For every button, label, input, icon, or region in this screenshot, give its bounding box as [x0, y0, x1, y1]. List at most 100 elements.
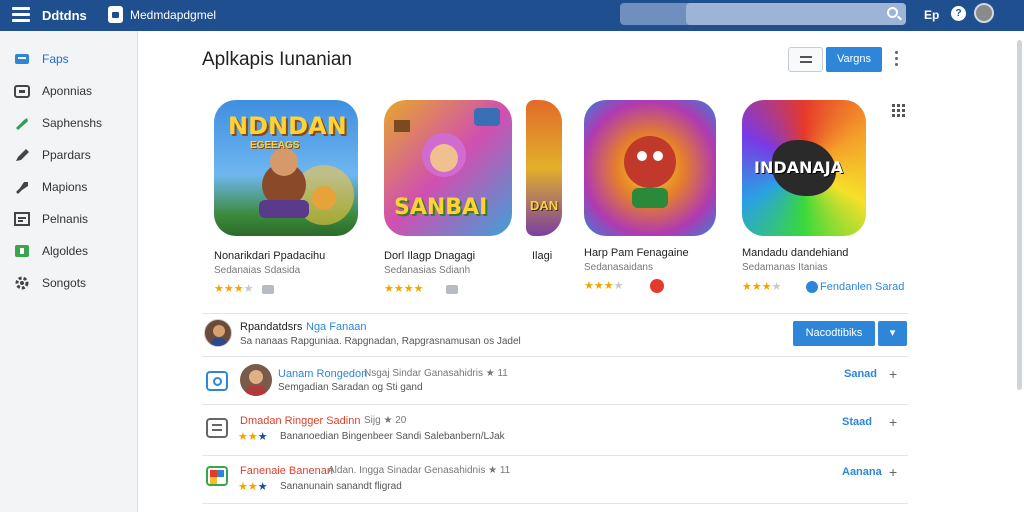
wrench-icon [14, 116, 30, 130]
scrollbar[interactable] [1017, 40, 1022, 390]
rating-badge [262, 285, 274, 294]
app-title: Medmdapdgmel [130, 8, 217, 22]
add-icon[interactable]: + [889, 366, 897, 382]
folder-icon [14, 84, 30, 98]
add-icon[interactable]: + [889, 414, 897, 430]
app-artwork-text: SANBAI [394, 195, 488, 220]
store-icon [14, 52, 30, 66]
app-name[interactable]: Nonarikdari Ppadacihu [214, 250, 325, 262]
row-primary-button[interactable]: Nacodtibiks [793, 321, 875, 346]
app-subtitle: Sedanaias Sdasida [214, 265, 301, 276]
row-action-link[interactable]: Aanana [842, 466, 882, 478]
sidebar-item-mapions[interactable]: Mapions [14, 177, 87, 197]
sidebar-item-label: Pelnanis [42, 212, 89, 226]
list-item-title[interactable]: Uanam Rongedon [278, 368, 367, 380]
sidebar-item-label: Algoldes [42, 244, 89, 258]
divider [202, 404, 908, 405]
sidebar-item-label: Ppardars [42, 148, 91, 162]
camera-icon [206, 371, 228, 391]
page-title: Aplkapis Iunanian [202, 49, 352, 70]
avatar [240, 364, 272, 396]
list-item-title[interactable]: Fanenaie Banenan [240, 465, 333, 477]
sidebar-item-ppardars[interactable]: Ppardars [14, 145, 91, 165]
row-dropdown-button[interactable]: ▾ [878, 321, 907, 346]
avatar [204, 319, 232, 347]
user-avatar[interactable] [974, 3, 994, 23]
gear-icon [14, 276, 30, 290]
row-action-link[interactable]: Sanad [844, 368, 877, 380]
chart-icon [14, 212, 30, 226]
sidebar-item-apps[interactable]: Faps [14, 49, 69, 69]
app-artwork-text: INDANAJA [754, 158, 844, 177]
rating-stars: ★★★★ [214, 283, 254, 295]
list-item-title[interactable]: Rpandatdsrs [240, 321, 302, 333]
sidebar-item-pelnanis[interactable]: Pelnanis [14, 209, 88, 229]
app-name[interactable]: Dorl Ilagp Dnagagi [384, 250, 475, 262]
sidebar-item-label: Faps [42, 52, 69, 66]
top-bar: Ddtdns Medmdapdgmel Ep ? [0, 0, 1024, 31]
list-item-subtitle: Sananunain sanandt fligrad [280, 481, 402, 492]
sidebar-item-aponnias[interactable]: Aponnias [14, 81, 92, 101]
add-icon[interactable]: + [889, 464, 897, 480]
divider [202, 313, 908, 314]
list-item-subtitle: Sa nanaas Rapguniaa. Rapgnadan, Rapgrasn… [240, 336, 521, 347]
app-subtitle: Sedanasias Sdianh [384, 265, 471, 276]
divider [202, 503, 908, 504]
divider [202, 455, 908, 456]
rating-stars: ★★★ [238, 481, 268, 493]
app-card[interactable]: NDNDAN EGEEAGS Nonarikdari Ppadacihu Sed… [214, 99, 364, 299]
app-card[interactable]: Harp Pam Fenagaine Sedanasaidans ★★★★ [584, 99, 734, 299]
sidebar: Faps Aponnias Saphenshs Ppardars Mapions… [0, 31, 138, 512]
primary-action-button[interactable]: Vargns [826, 47, 882, 72]
search-icon[interactable] [887, 7, 898, 18]
app-card[interactable]: INDANAJA Mandadu dandehiand Sedamanas It… [742, 99, 912, 299]
document-icon [206, 418, 228, 438]
app-artwork-subtext: EGEEAGS [250, 140, 300, 151]
list-item-link[interactable]: Nga Fanaan [306, 321, 367, 333]
app-artwork: INDANAJA [742, 100, 866, 236]
help-icon[interactable]: ? [951, 6, 966, 21]
app-name[interactable]: Ilagi [532, 250, 552, 262]
list-item-subtitle: Semgadian Saradan og Sti gand [278, 382, 423, 393]
app-card[interactable]: DAN Ilagi [526, 99, 562, 299]
main-content: Aplkapis Iunanian Vargns NDNDAN EGEEAGS … [138, 31, 1024, 512]
badge-icon [650, 279, 664, 293]
rating-badge [446, 285, 458, 294]
box-icon [14, 244, 30, 258]
list-item-title[interactable]: Dmadan Ringger Sadinn [240, 415, 360, 427]
app-name[interactable]: Mandadu dandehiand [742, 247, 848, 259]
rating-stars: ★★★★ [584, 280, 624, 292]
app-artwork-text: NDNDAN [228, 112, 347, 140]
app-artwork [584, 100, 716, 236]
app-name[interactable]: Harp Pam Fenagaine [584, 247, 689, 259]
row-action-link[interactable]: Staad [842, 416, 872, 428]
sidebar-item-label: Aponnias [42, 84, 93, 98]
language-label[interactable]: Ep [924, 8, 939, 22]
list-view-button[interactable] [788, 47, 823, 72]
photos-icon [206, 466, 228, 486]
sidebar-item-algoldes[interactable]: Algoldes [14, 241, 88, 261]
app-icon [108, 6, 123, 23]
app-subtitle: Sedamanas Itanias [742, 262, 828, 273]
list-item-meta: Nsgaj Sindar Ganasahidris ★ 11 [364, 368, 508, 379]
search-input[interactable] [686, 3, 906, 25]
sidebar-item-label: Songots [42, 276, 87, 290]
menu-icon[interactable] [12, 7, 30, 22]
app-card[interactable]: SANBAI Dorl Ilagp Dnagagi Sedanasias Sdi… [384, 99, 534, 299]
sidebar-item-label: Mapions [42, 180, 88, 194]
sidebar-item-label: Saphenshs [42, 116, 103, 130]
info-icon [806, 281, 818, 293]
divider [202, 356, 908, 357]
sidebar-item-saphenshs[interactable]: Saphenshs [14, 113, 102, 133]
app-link[interactable]: Fendanlen Sarad [820, 281, 904, 293]
app-artwork: SANBAI [384, 100, 512, 236]
more-options-icon[interactable] [894, 51, 900, 69]
pen-icon [14, 148, 30, 162]
app-artwork: NDNDAN EGEEAGS [214, 100, 358, 236]
rating-stars: ★★★ [238, 431, 268, 443]
app-artwork-text: DAN [530, 198, 559, 213]
app-artwork: DAN [526, 100, 562, 236]
list-item-meta: Sijg ★ 20 [364, 415, 407, 426]
rocket-icon [14, 180, 30, 194]
sidebar-item-songots[interactable]: Songots [14, 273, 86, 293]
